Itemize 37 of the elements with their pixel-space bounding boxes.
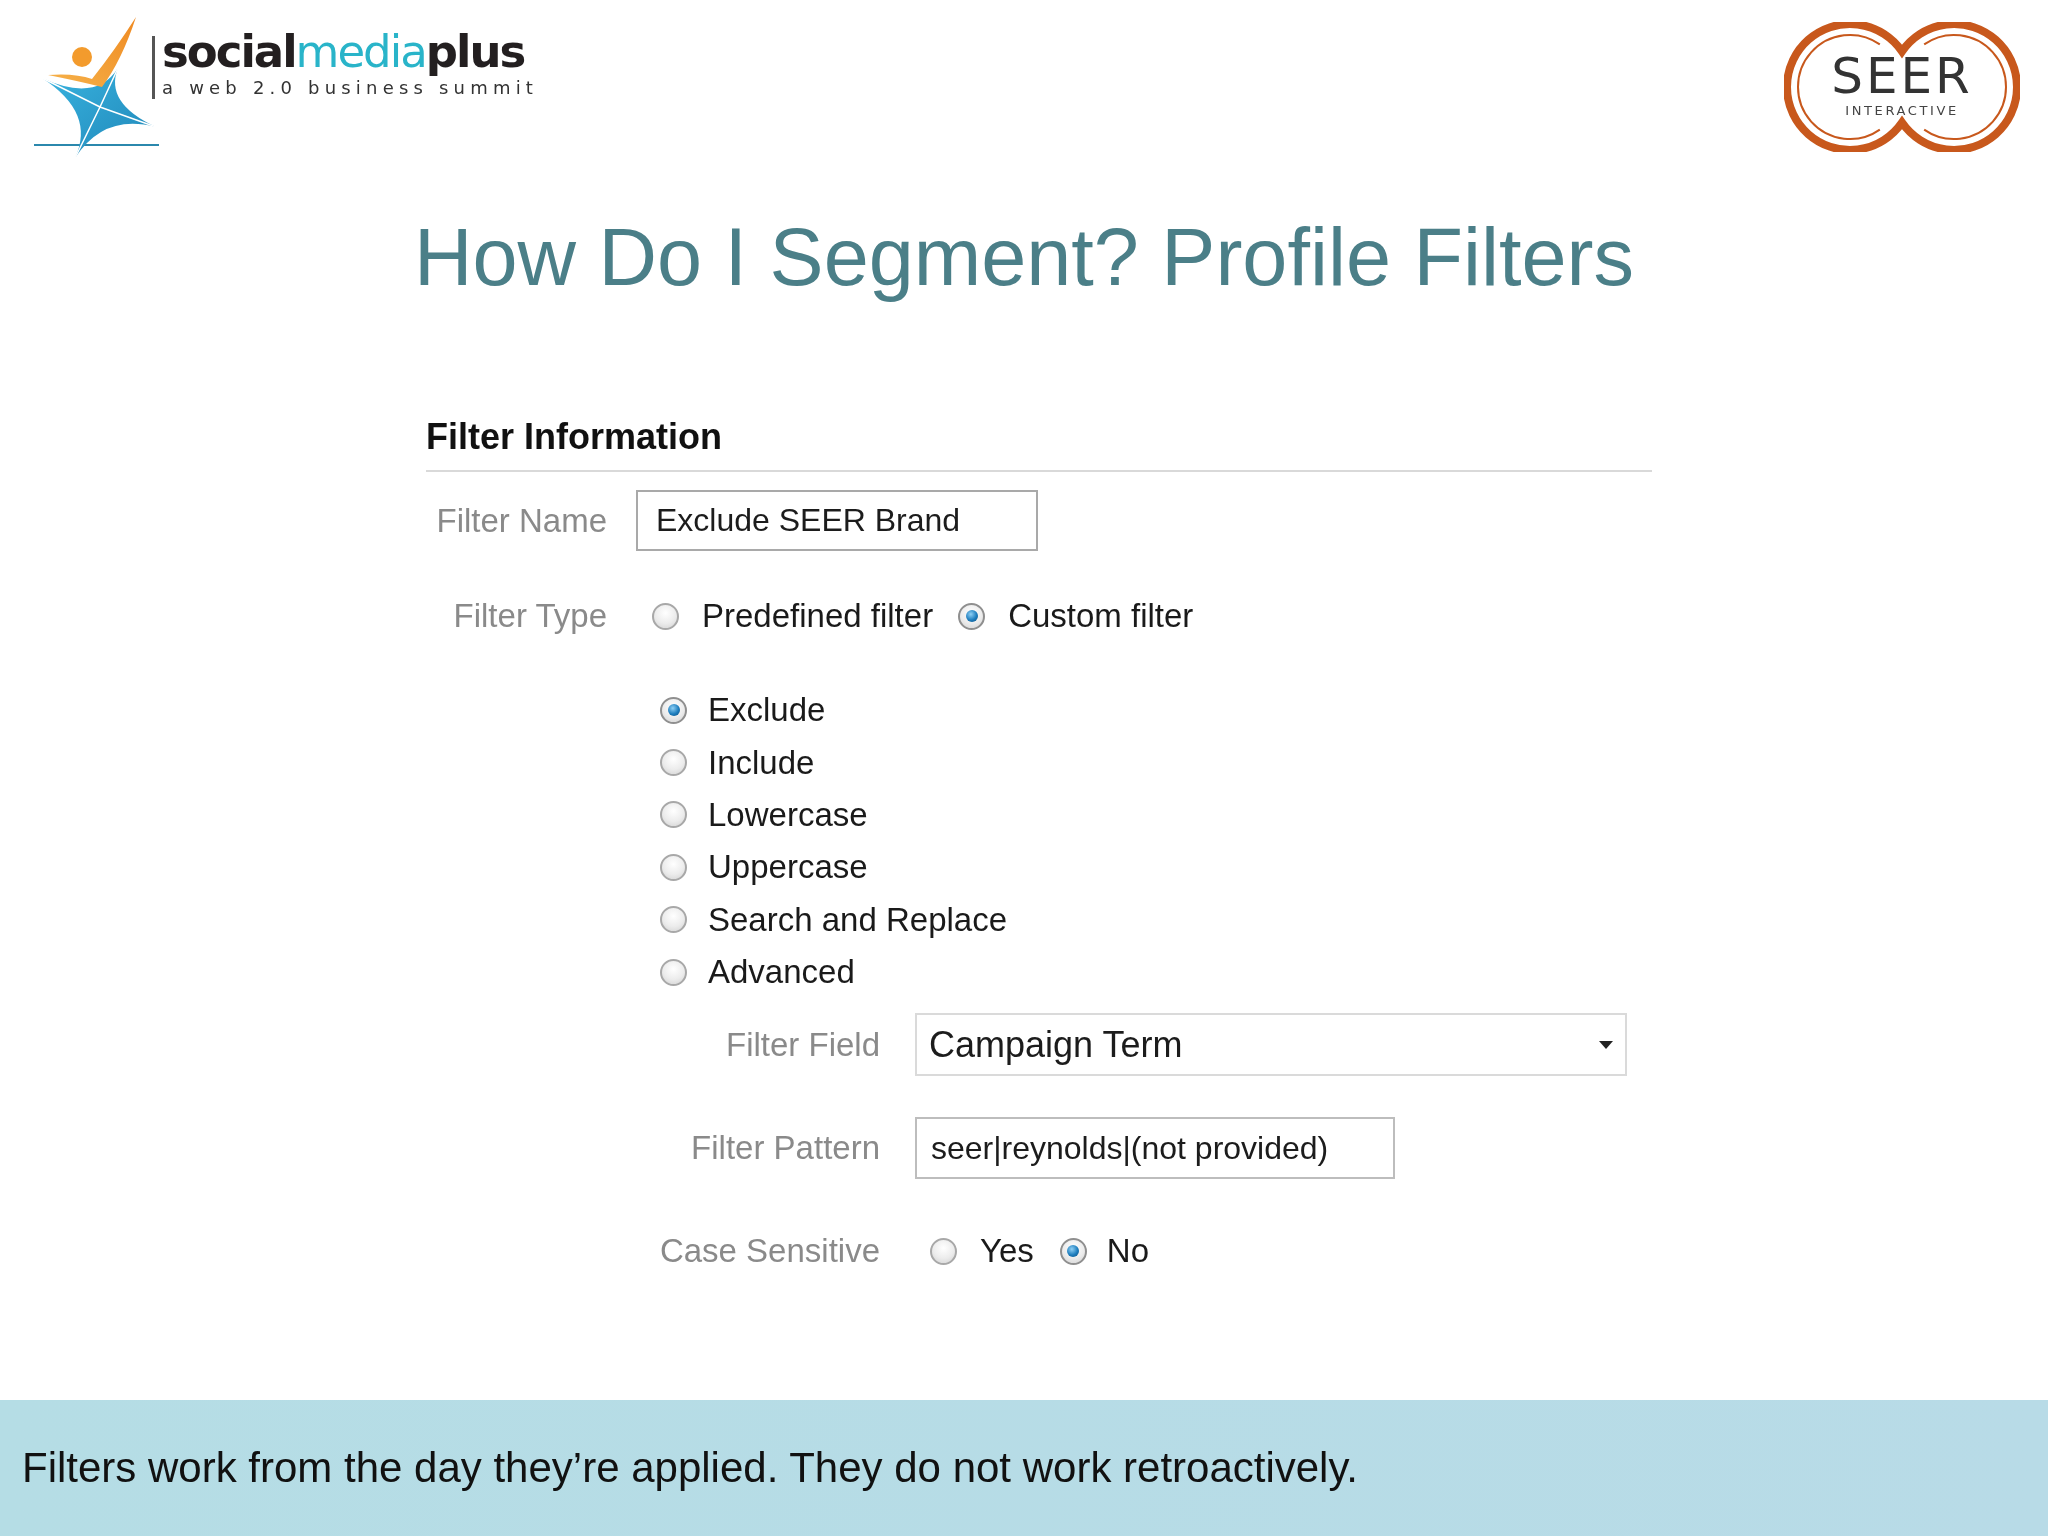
option-label[interactable]: Uppercase xyxy=(708,845,868,890)
radio-button[interactable] xyxy=(930,1237,957,1265)
field-label: Case Sensitive xyxy=(659,1231,880,1272)
radio-button[interactable] xyxy=(660,853,687,881)
filter-name-field[interactable]: Exclude SEER Brand xyxy=(636,490,1038,551)
option-label[interactable]: Predefined filter xyxy=(702,594,934,638)
option-label[interactable]: Exclude xyxy=(708,688,826,733)
logo-tagline: a web 2.0 business summit xyxy=(162,77,539,99)
option-label[interactable]: Include xyxy=(708,740,815,785)
logo-subtitle: INTERACTIVE xyxy=(1845,103,1959,119)
option-label[interactable]: Lowercase xyxy=(708,792,868,837)
filter-field-dropdown[interactable]: Campaign Term xyxy=(915,1013,1627,1077)
slide-title: How Do I Segment? Profile Filters xyxy=(414,211,1634,304)
logo-name: SEER xyxy=(1831,49,1973,103)
radio-button[interactable] xyxy=(660,958,687,986)
option-label[interactable]: Custom filter xyxy=(1008,594,1194,638)
option-label[interactable]: No xyxy=(1106,1229,1150,1274)
radio-button[interactable] xyxy=(660,906,687,934)
filter-pattern-field[interactable]: seer|reynolds|(not provided) xyxy=(915,1117,1395,1180)
radio-button[interactable] xyxy=(958,602,986,630)
field-label: Filter Pattern xyxy=(691,1128,880,1169)
footer-note: Filters work from the day they’re applied. They do not work retroactively. xyxy=(22,1443,1358,1493)
field-label: Filter Field xyxy=(725,1024,880,1065)
double-ring-logo-icon xyxy=(1784,22,2020,152)
radio-button[interactable] xyxy=(1059,1237,1087,1265)
section-heading: Filter Information xyxy=(426,416,722,457)
option-label[interactable]: Advanced xyxy=(708,950,855,995)
option-label[interactable]: Search and Replace xyxy=(708,897,1008,942)
logo-wordmark: socialmediaplus xyxy=(162,27,525,77)
radio-button[interactable] xyxy=(660,801,687,829)
field-label: Filter Type xyxy=(453,596,607,636)
radio-button[interactable] xyxy=(660,696,687,724)
option-label[interactable]: Yes xyxy=(980,1229,1034,1274)
radio-button[interactable] xyxy=(660,749,687,777)
field-label: Filter Name xyxy=(436,500,607,541)
dropdown-caret-icon xyxy=(1599,1040,1613,1049)
radio-button[interactable] xyxy=(652,602,679,630)
